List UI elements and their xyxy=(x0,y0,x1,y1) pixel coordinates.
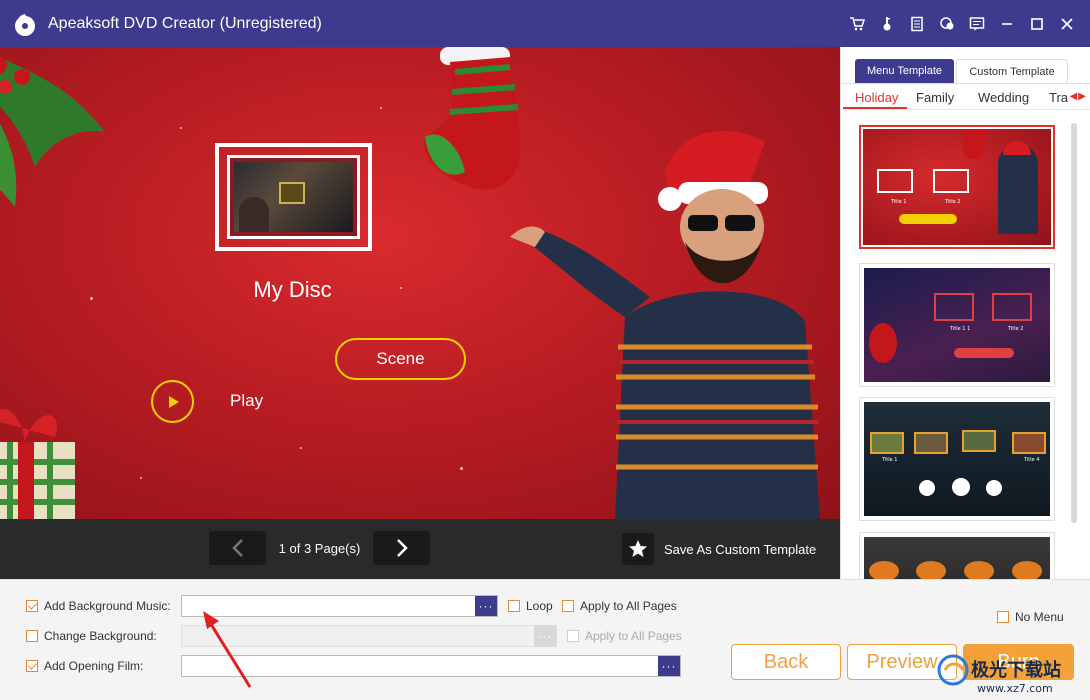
options-panel: Add Background Music: ··· Loop Apply to … xyxy=(0,579,1090,700)
loop-checkbox[interactable] xyxy=(508,600,520,612)
change-background-option: Change Background: xyxy=(26,629,157,643)
disc-title[interactable]: My Disc xyxy=(240,277,345,303)
opening-film-checkbox[interactable] xyxy=(26,660,38,672)
template-caption: Title 1 1 xyxy=(950,326,971,332)
browse-film-button[interactable]: ··· xyxy=(658,656,680,676)
browse-background-button: ··· xyxy=(534,626,556,646)
title-thumbnail[interactable] xyxy=(215,143,372,251)
maximize-icon[interactable] xyxy=(1022,9,1052,39)
title-bar: Apeaksoft DVD Creator (Unregistered) xyxy=(0,0,1090,47)
browse-music-button[interactable]: ··· xyxy=(475,596,497,616)
page-navigation-bar: 1 of 3 Page(s) Save As Custom Template xyxy=(0,519,840,579)
no-menu-checkbox[interactable] xyxy=(997,611,1009,623)
template-list: Title 1 Title 2 Title 1 1 Title 2 Title … xyxy=(859,123,1055,579)
feedback-icon[interactable] xyxy=(962,9,992,39)
opening-film-option: Add Opening Film: xyxy=(26,659,143,673)
arrow-right-icon[interactable]: ▶ xyxy=(1078,91,1086,102)
template-card-christmas[interactable]: Title 1 Title 2 xyxy=(859,125,1055,249)
no-menu-label: No Menu xyxy=(1015,610,1064,624)
previous-page-button[interactable] xyxy=(209,531,266,565)
close-icon[interactable] xyxy=(1052,9,1082,39)
category-travel[interactable]: Tra xyxy=(1049,90,1068,105)
loop-option: Loop xyxy=(508,599,553,613)
category-wedding[interactable]: Wedding xyxy=(978,90,1029,105)
opening-film-label: Add Opening Film: xyxy=(44,659,144,673)
change-background-input: ··· xyxy=(181,625,557,647)
tab-custom-template[interactable]: Custom Template xyxy=(956,59,1069,83)
apply-all-background-checkbox xyxy=(567,630,579,642)
back-button[interactable]: Back xyxy=(731,644,841,680)
arrow-left-icon[interactable]: ◀ xyxy=(1070,91,1078,102)
save-custom-template-button[interactable]: Save As Custom Template xyxy=(622,533,816,565)
apply-all-background-label: Apply to All Pages xyxy=(585,629,682,643)
app-title: Apeaksoft DVD Creator (Unregistered) xyxy=(48,14,322,32)
template-caption: Title 1 xyxy=(891,199,907,205)
burn-button[interactable]: Burn xyxy=(963,644,1074,680)
category-tabs: Holiday Family Wedding Tra xyxy=(841,87,1090,109)
template-card-halloween-forest[interactable]: Title 1 Title 4 xyxy=(859,397,1055,521)
apply-all-music-checkbox[interactable] xyxy=(562,600,574,612)
video-thumbnail-image xyxy=(234,162,353,232)
opening-film-input[interactable]: ··· xyxy=(181,655,681,677)
gift-box-decoration xyxy=(0,408,75,519)
template-caption: Title 4 xyxy=(1024,457,1040,463)
minimize-icon[interactable] xyxy=(992,9,1022,39)
scene-button[interactable]: Scene xyxy=(335,338,466,380)
template-card-halloween-pumpkins[interactable] xyxy=(859,532,1055,579)
app-logo-icon xyxy=(15,13,35,36)
play-button[interactable] xyxy=(151,380,194,423)
template-panel: Menu Template Custom Template Holiday Fa… xyxy=(840,47,1090,579)
category-family[interactable]: Family xyxy=(916,90,954,105)
menu-preview: My Disc Scene Play xyxy=(0,47,840,519)
apply-all-background-option: Apply to All Pages xyxy=(567,629,682,643)
loop-label: Loop xyxy=(526,599,553,613)
page-indicator: 1 of 3 Page(s) xyxy=(278,541,361,556)
template-card-space[interactable]: Title 1 1 Title 2 xyxy=(859,263,1055,387)
next-page-button[interactable] xyxy=(373,531,430,565)
background-music-option: Add Background Music: xyxy=(26,599,171,613)
template-caption: Title 2 xyxy=(945,199,961,205)
save-template-label: Save As Custom Template xyxy=(664,541,817,557)
apply-all-music-option: Apply to All Pages xyxy=(562,599,677,613)
scrollbar-thumb[interactable] xyxy=(1071,123,1077,523)
document-icon[interactable] xyxy=(902,9,932,39)
background-music-input[interactable]: ··· xyxy=(181,595,498,617)
category-holiday[interactable]: Holiday xyxy=(855,90,898,105)
preview-button[interactable]: Preview xyxy=(847,644,957,680)
template-caption: Title 1 xyxy=(882,457,898,463)
play-label[interactable]: Play xyxy=(230,391,263,411)
santa-hat-man-image xyxy=(510,130,820,519)
no-menu-option: No Menu xyxy=(997,610,1064,624)
star-icon xyxy=(629,540,647,557)
apply-all-music-label: Apply to All Pages xyxy=(580,599,677,613)
key-icon[interactable] xyxy=(872,9,902,39)
template-caption: Title 2 xyxy=(1008,326,1024,332)
change-background-label: Change Background: xyxy=(44,629,157,643)
cart-icon[interactable] xyxy=(842,9,872,39)
chevron-right-icon xyxy=(396,539,408,557)
change-background-checkbox[interactable] xyxy=(26,630,38,642)
play-icon xyxy=(168,395,179,408)
background-music-checkbox[interactable] xyxy=(26,600,38,612)
chevron-left-icon xyxy=(231,539,243,557)
chat-icon[interactable] xyxy=(932,9,962,39)
holly-decoration xyxy=(0,56,105,207)
template-scrollbar[interactable] xyxy=(1071,123,1077,523)
svg-text:www.xz7.com: www.xz7.com xyxy=(977,682,1053,695)
background-music-label: Add Background Music: xyxy=(44,599,171,613)
tab-menu-template[interactable]: Menu Template xyxy=(855,59,955,83)
